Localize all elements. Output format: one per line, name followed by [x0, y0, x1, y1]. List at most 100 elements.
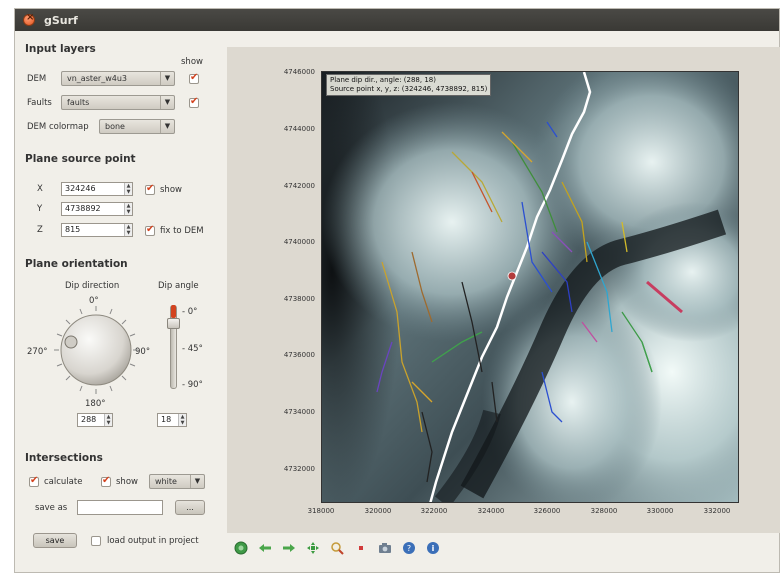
spin-arrows-icon[interactable]: ▲ ▼ [124, 203, 132, 215]
intersection-show-checkbox[interactable] [101, 475, 111, 487]
y-tick-label: 4732000 [283, 465, 315, 473]
slider-tick-90: - 90° [182, 380, 203, 390]
point-show-label: show [160, 185, 182, 195]
colormap-combo-value: bone [105, 122, 125, 131]
dip-angle-fill [171, 305, 176, 318]
y-tick-label: 4746000 [283, 68, 315, 76]
chevron-down-icon: ▼ [160, 96, 174, 109]
show-column-header: show [181, 57, 203, 67]
app-window: gSurf Input layers show DEM vn_aster_w4u… [14, 8, 780, 573]
y-tick-label: 4738000 [283, 295, 315, 303]
faults-show-checkbox[interactable] [189, 96, 199, 108]
dial-south-label: 180° [85, 399, 106, 409]
y-spinbox[interactable]: 4738892 ▲ ▼ [61, 202, 133, 216]
y-tick-label: 4740000 [283, 238, 315, 246]
x-tick-label: 318000 [307, 507, 335, 515]
fix-to-dem-label: fix to DEM [160, 226, 204, 236]
fix-to-dem-checkbox[interactable] [145, 224, 155, 236]
title-bar: gSurf [15, 9, 779, 31]
dem-combo[interactable]: vn_aster_w4u3 ▼ [61, 71, 175, 86]
faults-label: Faults [27, 98, 52, 108]
chevron-down-icon: ▼ [160, 72, 174, 85]
back-icon[interactable] [257, 540, 273, 556]
dial-west-label: 270° [27, 347, 48, 357]
z-value: 815 [65, 225, 81, 234]
subplots-icon[interactable] [353, 540, 369, 556]
chevron-down-icon: ▼ [190, 475, 204, 488]
slider-tick-45: - 45° [182, 344, 203, 354]
map-canvas[interactable]: 4746000 4744000 4742000 4740000 4738000 … [227, 47, 780, 533]
intersections-title: Intersections [25, 452, 103, 464]
save-as-input[interactable] [77, 500, 163, 515]
x-tick-label: 330000 [646, 507, 674, 515]
x-value: 324246 [65, 184, 96, 193]
window-title: gSurf [44, 13, 78, 27]
help-icon[interactable]: ? [401, 540, 417, 556]
close-window-button[interactable] [23, 12, 35, 26]
dip-angle-slider-handle[interactable] [167, 318, 180, 329]
plane-info-box: Plane dip dir., angle: (288, 18) Source … [326, 74, 492, 96]
info-icon[interactable]: i [425, 540, 441, 556]
home-icon[interactable] [233, 540, 249, 556]
y-tick-label: 4744000 [283, 125, 315, 133]
dip-angle-value: 18 [161, 415, 172, 424]
x-tick-label: 324000 [477, 507, 505, 515]
dip-angle-spinbox[interactable]: 18 ▲ ▼ [157, 413, 187, 427]
z-spinbox[interactable]: 815 ▲ ▼ [61, 223, 133, 237]
colormap-label: DEM colormap [27, 122, 89, 132]
intersection-color-value: white [155, 477, 177, 486]
y-value: 4738892 [65, 204, 101, 213]
orientation-title: Plane orientation [25, 258, 128, 270]
spin-arrows-icon[interactable]: ▲ ▼ [178, 414, 186, 426]
x-tick-label: 328000 [590, 507, 618, 515]
x-label: X [37, 184, 43, 194]
intersection-show-label: show [116, 477, 138, 487]
slider-tick-0: - 0° [182, 307, 198, 317]
x-spinbox[interactable]: 324246 ▲ ▼ [61, 182, 133, 196]
zoom-icon[interactable] [329, 540, 345, 556]
browse-button[interactable]: ... [175, 500, 205, 515]
intersection-color-combo[interactable]: white ▼ [149, 474, 205, 489]
source-point-title: Plane source point [25, 153, 136, 165]
dem-label: DEM [27, 74, 47, 84]
plane-info-line-2: Source point x, y, z: (324246, 4738892, … [330, 85, 488, 93]
save-figure-icon[interactable] [377, 540, 393, 556]
pan-icon[interactable] [305, 540, 321, 556]
dem-map-graphic [322, 72, 738, 502]
dip-direction-label: Dip direction [65, 281, 120, 291]
x-tick-label: 332000 [703, 507, 731, 515]
spin-arrows-icon[interactable]: ▲ ▼ [124, 183, 132, 195]
calculate-label: calculate [44, 477, 83, 487]
y-label: Y [37, 204, 43, 214]
dip-direction-value: 288 [81, 415, 97, 424]
plane-info-line-1: Plane dip dir., angle: (288, 18) [330, 76, 436, 84]
svg-text:i: i [432, 544, 435, 553]
calculate-checkbox[interactable] [29, 475, 39, 487]
spin-arrows-icon[interactable]: ▲ ▼ [124, 224, 132, 236]
save-as-label: save as [35, 503, 68, 513]
source-point-marker [507, 271, 517, 281]
dip-direction-dial[interactable] [53, 305, 139, 395]
control-panel: Input layers show DEM vn_aster_w4u3 ▼ Fa… [15, 31, 213, 574]
y-tick-label: 4742000 [283, 182, 315, 190]
spin-arrows-icon[interactable]: ▲ ▼ [104, 414, 112, 426]
dip-direction-spinbox[interactable]: 288 ▲ ▼ [77, 413, 113, 427]
save-button[interactable]: save [33, 533, 77, 548]
faults-combo[interactable]: faults ▼ [61, 95, 175, 110]
load-output-label: load output in project [107, 536, 199, 546]
input-layers-title: Input layers [25, 43, 96, 55]
x-tick-label: 326000 [533, 507, 561, 515]
faults-combo-value: faults [67, 98, 90, 107]
chevron-down-icon: ▼ [160, 120, 174, 133]
dem-map[interactable]: Plane dip dir., angle: (288, 18) Source … [321, 71, 739, 503]
load-output-checkbox[interactable] [91, 536, 101, 546]
colormap-combo[interactable]: bone ▼ [99, 119, 175, 134]
forward-icon[interactable] [281, 540, 297, 556]
dip-angle-label: Dip angle [158, 281, 199, 291]
point-show-checkbox[interactable] [145, 183, 155, 195]
z-label: Z [37, 225, 43, 235]
dem-combo-value: vn_aster_w4u3 [67, 74, 128, 83]
x-tick-label: 322000 [420, 507, 448, 515]
dem-show-checkbox[interactable] [189, 72, 199, 84]
y-tick-label: 4736000 [283, 351, 315, 359]
